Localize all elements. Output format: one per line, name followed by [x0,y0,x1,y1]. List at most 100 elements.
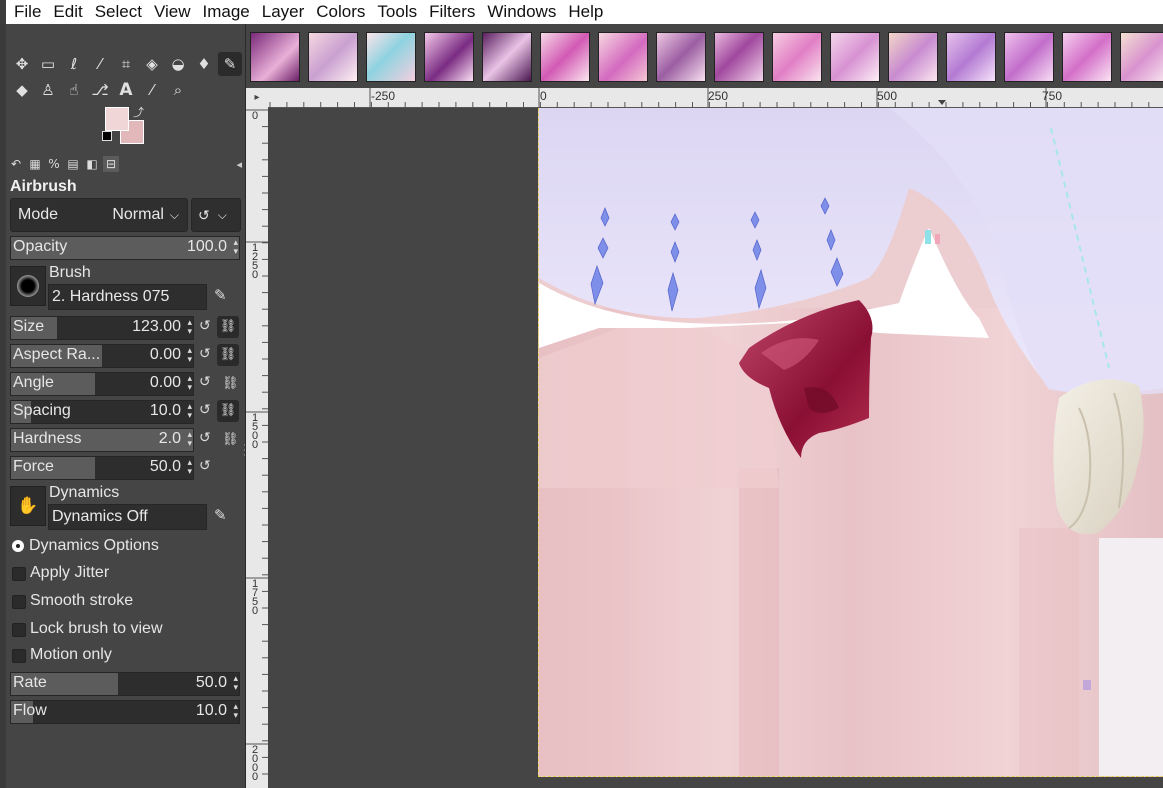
brushes-tab-icon[interactable]: ▦ [27,156,43,172]
spacing-slider[interactable]: Spacing 10.0 ▴ ▾ [10,400,194,424]
smudge-icon[interactable]: ☝ [62,78,86,102]
bucket-fill-icon[interactable]: ♦ [192,52,216,76]
menu-colors[interactable]: Colors [310,0,371,24]
reset-colors-icon[interactable] [102,131,112,141]
spin-arrows-icon[interactable]: ▴ ▾ [187,318,192,336]
force-slider[interactable]: Force 50.0 ▴ ▾ [10,456,194,480]
image-thumbnail[interactable] [598,32,648,82]
spin-arrows-icon[interactable]: ▴ ▾ [233,674,238,692]
image-thumbnail[interactable] [946,32,996,82]
reset-size-icon[interactable]: ↺ [199,318,211,334]
image-thumbnail[interactable] [250,32,300,82]
brush-preview[interactable] [10,266,46,306]
link-angle-icon[interactable]: ⛓ [222,376,239,391]
clone-icon[interactable]: ♙ [36,78,60,102]
zoom-icon[interactable]: ⌕ [166,78,190,102]
ruler-corner-menu-icon[interactable]: ▸ [246,88,268,108]
mode-reset-combo[interactable]: ↺ ⌵ [191,198,241,232]
motion-only-checkbox[interactable] [12,649,26,663]
spin-arrows-icon[interactable]: ▴ ▾ [187,346,192,364]
spin-arrows-icon[interactable]: ▴ ▾ [187,430,192,448]
image-thumbnail[interactable] [482,32,532,82]
move-tool-icon[interactable]: ✥ [10,52,34,76]
text-icon[interactable]: A [114,78,138,102]
reset-angle-icon[interactable]: ↺ [199,374,211,390]
smooth-stroke-checkbox[interactable] [12,595,26,609]
foreground-color-swatch[interactable] [105,107,129,131]
image-thumbnail[interactable] [366,32,416,82]
brush-name-field[interactable]: 2. Hardness 075 [48,284,207,310]
opacity-slider[interactable]: Opacity 100.0 ▴ ▾ [10,236,240,260]
link-spacing-icon[interactable]: ⛓ [217,400,239,422]
menu-select[interactable]: Select [89,0,148,24]
swap-colors-icon[interactable]: ⤴ [133,104,144,120]
menu-view[interactable]: View [148,0,197,24]
undo-history-tab-icon[interactable]: ↶ [8,156,24,172]
image-thumbnail[interactable] [714,32,764,82]
eraser-icon[interactable]: ◆ [10,78,34,102]
spin-arrows-icon[interactable]: ▴ ▾ [187,374,192,392]
spin-arrows-icon[interactable]: ▴ ▾ [233,702,238,720]
link-size-icon[interactable]: ⛓ [217,316,239,338]
spin-arrows-icon[interactable]: ▴ ▾ [187,402,192,420]
gradients-tab-icon[interactable]: ◧ [84,156,100,172]
menu-tools[interactable]: Tools [371,0,423,24]
image-thumbnail[interactable] [830,32,880,82]
dock-menu-icon[interactable]: ◂ [236,158,242,171]
reset-aspect-icon[interactable]: ↺ [199,346,211,362]
menu-help[interactable]: Help [562,0,609,24]
rect-select-icon[interactable]: ▭ [36,52,60,76]
image-thumbnail[interactable] [424,32,474,82]
image-thumbnail[interactable] [1062,32,1112,82]
dynamics-label: Dynamics [49,484,120,501]
edit-brush-icon[interactable]: ✎ [214,286,227,304]
menu-windows[interactable]: Windows [481,0,562,24]
angle-slider[interactable]: Angle 0.00 ▴ ▾ [10,372,194,396]
menu-image[interactable]: Image [197,0,256,24]
spin-arrows-icon[interactable]: ▴ ▾ [233,238,238,256]
reset-force-icon[interactable]: ↺ [199,458,211,474]
airbrush-icon[interactable]: ✎ [218,52,242,76]
dynamics-preview[interactable]: ✋ [10,486,46,526]
flow-slider[interactable]: Flow 10.0 ▴ ▾ [10,700,240,724]
edit-dynamics-icon[interactable]: ✎ [214,506,227,524]
menu-file[interactable]: File [0,0,47,24]
menu-layer[interactable]: Layer [256,0,311,24]
image-content[interactable] [538,108,1163,777]
mode-combo[interactable]: Mode Normal ⌵ [10,198,188,232]
menu-filters[interactable]: Filters [423,0,481,24]
menu-edit[interactable]: Edit [47,0,88,24]
reset-spacing-icon[interactable]: ↺ [199,402,211,418]
warp-icon[interactable]: ◒ [166,52,190,76]
image-thumbnail[interactable] [656,32,706,82]
reset-hardness-icon[interactable]: ↺ [199,430,211,446]
image-thumbnail[interactable] [888,32,938,82]
aspect-ratio-slider[interactable]: Aspect Ra... 0.00 ▴ ▾ [10,344,194,368]
image-thumbnail[interactable] [772,32,822,82]
link-aspect-icon[interactable]: ⛓ [217,344,239,366]
patterns-tab-icon[interactable]: % [46,156,62,172]
link-hardness-icon[interactable]: ⛓ [222,432,239,447]
images-tab-icon[interactable]: ▤ [65,156,81,172]
hardness-slider[interactable]: Hardness 2.0 ▴ ▾ [10,428,194,452]
dynamics-options-expander[interactable]: Dynamics Options [29,537,159,555]
image-thumbnail[interactable] [1120,32,1163,82]
transform-icon[interactable]: ◈ [140,52,164,76]
image-thumbnail[interactable] [1004,32,1054,82]
image-canvas[interactable] [268,108,1163,788]
fuzzy-select-icon[interactable]: ⁄ [88,52,112,76]
expander-icon[interactable] [12,540,24,552]
image-thumbnail[interactable] [540,32,590,82]
tool-options-tab-icon[interactable]: ⊟ [103,156,119,172]
paths-icon[interactable]: ⎇ [88,78,112,102]
free-select-icon[interactable]: ℓ [62,52,86,76]
lock-brush-checkbox[interactable] [12,623,26,637]
size-slider[interactable]: Size 123.00 ▴ ▾ [10,316,194,340]
color-picker-icon[interactable]: ⁄ [140,78,164,102]
rate-slider[interactable]: Rate 50.0 ▴ ▾ [10,672,240,696]
crop-icon[interactable]: ⌗ [114,52,138,76]
dynamics-name-field[interactable]: Dynamics Off [48,504,207,530]
image-thumbnail[interactable] [308,32,358,82]
apply-jitter-checkbox[interactable] [12,567,26,581]
spin-arrows-icon[interactable]: ▴ ▾ [187,458,192,476]
